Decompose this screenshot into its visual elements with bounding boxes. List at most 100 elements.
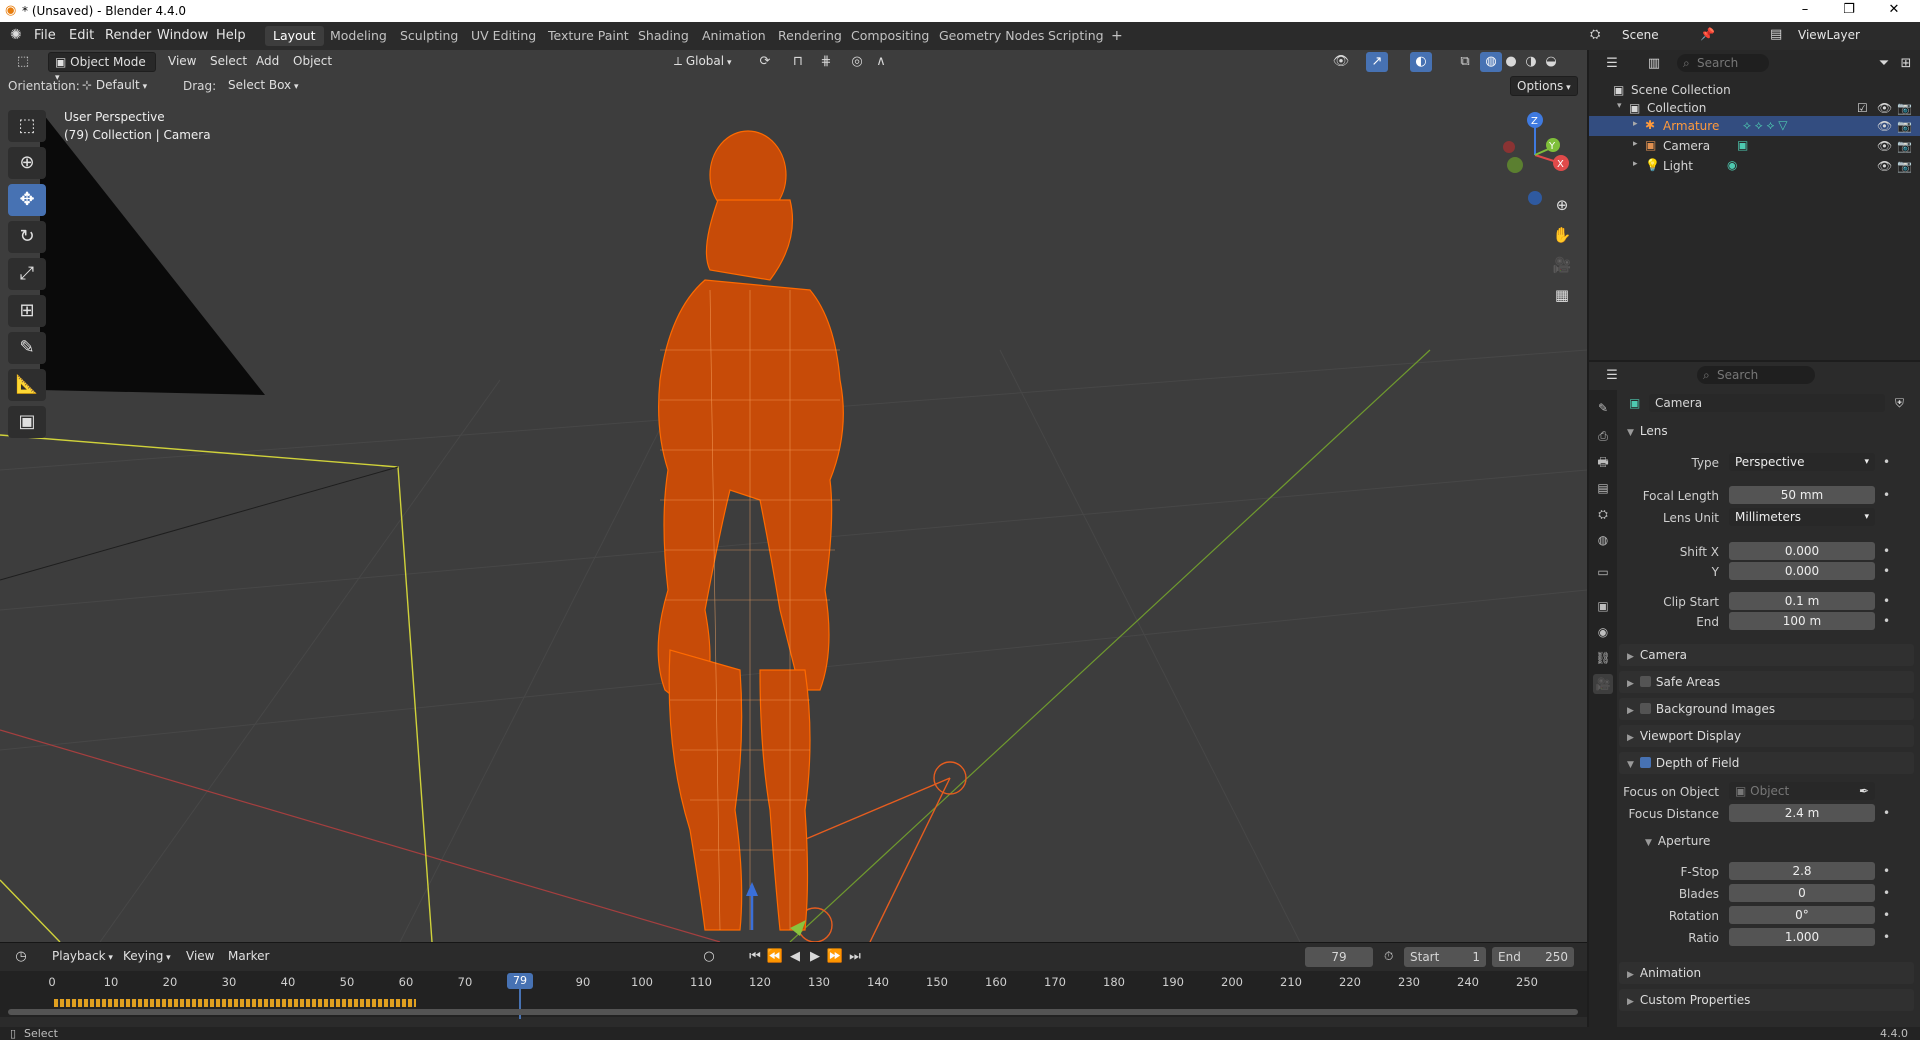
close-button[interactable]: ✕ bbox=[1884, 2, 1904, 17]
properties-type-icon[interactable]: ☰ bbox=[1601, 366, 1623, 386]
safe-areas-checkbox[interactable] bbox=[1639, 676, 1651, 687]
menu-window[interactable]: Window bbox=[157, 28, 208, 43]
tab-compositing[interactable]: Compositing bbox=[843, 26, 937, 46]
navigation-gizmo[interactable]: Z X Y bbox=[1495, 105, 1575, 205]
scene-tab-icon[interactable]: ⛭ bbox=[1593, 504, 1613, 524]
new-collection-icon[interactable]: ⊞ bbox=[1895, 54, 1917, 74]
focal-length-field[interactable]: 50 mm bbox=[1729, 486, 1875, 504]
jump-end-icon[interactable]: ⏭ bbox=[844, 947, 866, 967]
fstop-field[interactable]: 2.8 bbox=[1729, 862, 1875, 880]
keyframe-dot-icon[interactable]: • bbox=[1883, 614, 1890, 628]
play-icon[interactable]: ▶ bbox=[804, 947, 826, 967]
ortho-grid-icon[interactable]: ▦ bbox=[1549, 282, 1575, 308]
prev-keyframe-icon[interactable]: ⏪ bbox=[764, 947, 786, 967]
tab-uv-editing[interactable]: UV Editing bbox=[463, 26, 544, 46]
rotation-field[interactable]: 0° bbox=[1729, 906, 1875, 924]
keyframe-dot-icon[interactable]: • bbox=[1883, 544, 1890, 558]
eye-icon[interactable]: 👁 bbox=[1877, 139, 1892, 153]
transform-orientation-select[interactable]: ⟂ Global ▾ bbox=[668, 52, 738, 72]
next-keyframe-icon[interactable]: ⏩ bbox=[824, 947, 846, 967]
transform-icon[interactable]: ⊞ bbox=[8, 295, 46, 327]
minimize-button[interactable]: – bbox=[1795, 2, 1815, 17]
keyframe-dot-icon[interactable]: • bbox=[1883, 930, 1890, 944]
viewlayer-name[interactable]: ViewLayer bbox=[1798, 28, 1860, 42]
menu-help[interactable]: Help bbox=[216, 28, 246, 43]
lens-type-select[interactable]: Perspective ▾ bbox=[1729, 453, 1875, 471]
scene-icon[interactable]: ⛭ bbox=[1590, 27, 1600, 42]
datablock-selector[interactable]: ▣ Camera ⛨ bbox=[1625, 394, 1915, 412]
display-mode-icon[interactable]: ▥ bbox=[1643, 54, 1665, 74]
camera-data-tab-icon[interactable]: 🎥 bbox=[1593, 674, 1613, 694]
clip-start-field[interactable]: 0.1 m bbox=[1729, 592, 1875, 610]
constraints-tab-icon[interactable]: ⛓ bbox=[1593, 648, 1613, 668]
wireframe-shading-icon[interactable]: ◍ bbox=[1480, 52, 1502, 72]
tab-layout[interactable]: Layout bbox=[265, 26, 324, 46]
eye-icon[interactable]: 👁 bbox=[1877, 119, 1892, 133]
playhead-frame[interactable]: 79 bbox=[507, 973, 533, 989]
properties-search-input[interactable]: ⌕ Search bbox=[1697, 366, 1815, 384]
pin-icon[interactable]: 📌 bbox=[1700, 27, 1715, 41]
pivot-icon[interactable]: ⟳ bbox=[754, 52, 776, 72]
shift-x-field[interactable]: 0.000 bbox=[1729, 542, 1875, 560]
menu-select[interactable]: Select bbox=[204, 52, 253, 72]
tab-rendering[interactable]: Rendering bbox=[770, 26, 850, 46]
falloff-icon[interactable]: ∧ bbox=[870, 52, 892, 72]
eye-icon[interactable]: 👁 bbox=[1877, 101, 1892, 115]
scale-icon[interactable]: ⤢ bbox=[8, 258, 46, 290]
object-tab-icon[interactable]: ▣ bbox=[1593, 596, 1613, 616]
select-box-icon[interactable]: ⬚ bbox=[8, 110, 46, 142]
material-shading-icon[interactable]: ◑ bbox=[1520, 52, 1542, 72]
shift-y-field[interactable]: 0.000 bbox=[1729, 562, 1875, 580]
lens-panel-header[interactable]: ▼ Lens bbox=[1619, 420, 1914, 442]
tab-texture-paint[interactable]: Texture Paint bbox=[540, 26, 637, 46]
visibility-icon[interactable]: 👁 bbox=[1330, 52, 1352, 72]
move-icon[interactable]: ✥ bbox=[8, 184, 46, 216]
menu-timeline-view[interactable]: View bbox=[180, 947, 220, 967]
keyframe-dot-icon[interactable]: • bbox=[1883, 594, 1890, 608]
keyframe-dot-icon[interactable]: • bbox=[1883, 908, 1890, 922]
snap-icon[interactable]: ⊓ bbox=[787, 52, 809, 72]
snap-increment-icon[interactable]: ⋕ bbox=[815, 52, 837, 72]
maximize-button[interactable]: ❐ bbox=[1839, 2, 1859, 17]
focus-object-field[interactable]: ▣ Object ✒ bbox=[1729, 782, 1875, 800]
camera-data-name[interactable]: Camera bbox=[1649, 394, 1885, 412]
keyframe-strip[interactable] bbox=[54, 999, 416, 1007]
outliner[interactable]: ☰ ▥ ⌕ Search ⏷ ⊞ ▣ Scene Collection ▾ ▣ … bbox=[1589, 50, 1920, 360]
orientation-select[interactable]: ⊹ Default ▾ bbox=[76, 76, 174, 96]
end-frame-field[interactable]: End 250 bbox=[1492, 947, 1574, 967]
outliner-item-armature[interactable]: ▸ ✱ Armature ⟡ ⟡ ⟡ ▽ 👁 📷 bbox=[1589, 116, 1920, 136]
3d-viewport[interactable]: ⬚ ▣ Object Mode ▾ View Select Add Object… bbox=[0, 50, 1587, 942]
outliner-type-icon[interactable]: ☰ bbox=[1601, 54, 1623, 74]
output-tab-icon[interactable]: 🖶 bbox=[1593, 452, 1613, 472]
chevron-down-icon[interactable]: ▾ bbox=[1617, 101, 1622, 111]
checkbox-icon[interactable]: ☑ bbox=[1857, 101, 1868, 115]
viewport-display-panel-header[interactable]: ▶ Viewport Display bbox=[1619, 725, 1914, 747]
keyframe-dot-icon[interactable]: • bbox=[1883, 564, 1890, 578]
menu-file[interactable]: File bbox=[34, 28, 56, 43]
timeline-editor[interactable]: ◷ Playback ▾ Keying ▾ View Marker ○ ⏮ ⏪ … bbox=[0, 942, 1587, 1027]
proportional-edit-icon[interactable]: ◎ bbox=[846, 52, 868, 72]
solid-shading-icon[interactable]: ● bbox=[1500, 52, 1522, 72]
menu-object[interactable]: Object bbox=[287, 52, 338, 72]
blades-field[interactable]: 0 bbox=[1729, 884, 1875, 902]
safe-areas-panel-header[interactable]: ▶ Safe Areas bbox=[1619, 671, 1914, 693]
camera-render-icon[interactable]: 📷 bbox=[1897, 101, 1912, 115]
xray-icon[interactable]: ⧉ bbox=[1454, 52, 1476, 72]
mode-select[interactable]: ▣ Object Mode ▾ bbox=[48, 52, 156, 83]
properties-editor[interactable]: ☰ ⌕ Search ✎ ⎙ 🖶 ▤ ⛭ ◍ ▭ ▣ ◉ ⛓ 🎥 ▣ Camer… bbox=[1589, 362, 1920, 1027]
custom-properties-panel-header[interactable]: ▶ Custom Properties bbox=[1619, 989, 1914, 1011]
dof-panel-header[interactable]: ▼ Depth of Field bbox=[1619, 752, 1914, 774]
current-frame-field[interactable]: 79 bbox=[1305, 947, 1373, 967]
world-tab-icon[interactable]: ◍ bbox=[1593, 530, 1613, 550]
scene-name[interactable]: Scene bbox=[1622, 28, 1659, 42]
camera-render-icon[interactable]: 📷 bbox=[1897, 119, 1912, 133]
overlay-toggle-icon[interactable]: ◐ bbox=[1410, 52, 1432, 72]
keyframe-dot-icon[interactable]: • bbox=[1883, 806, 1890, 820]
camera-render-icon[interactable]: 📷 bbox=[1897, 139, 1912, 153]
focus-distance-field[interactable]: 2.4 m bbox=[1729, 804, 1875, 822]
measure-icon[interactable]: 📐 bbox=[8, 369, 46, 401]
annotate-icon[interactable]: ✎ bbox=[8, 332, 46, 364]
animation-panel-header[interactable]: ▶ Animation bbox=[1619, 962, 1914, 984]
record-icon[interactable]: ○ bbox=[698, 947, 720, 967]
chevron-right-icon[interactable]: ▸ bbox=[1633, 159, 1638, 169]
